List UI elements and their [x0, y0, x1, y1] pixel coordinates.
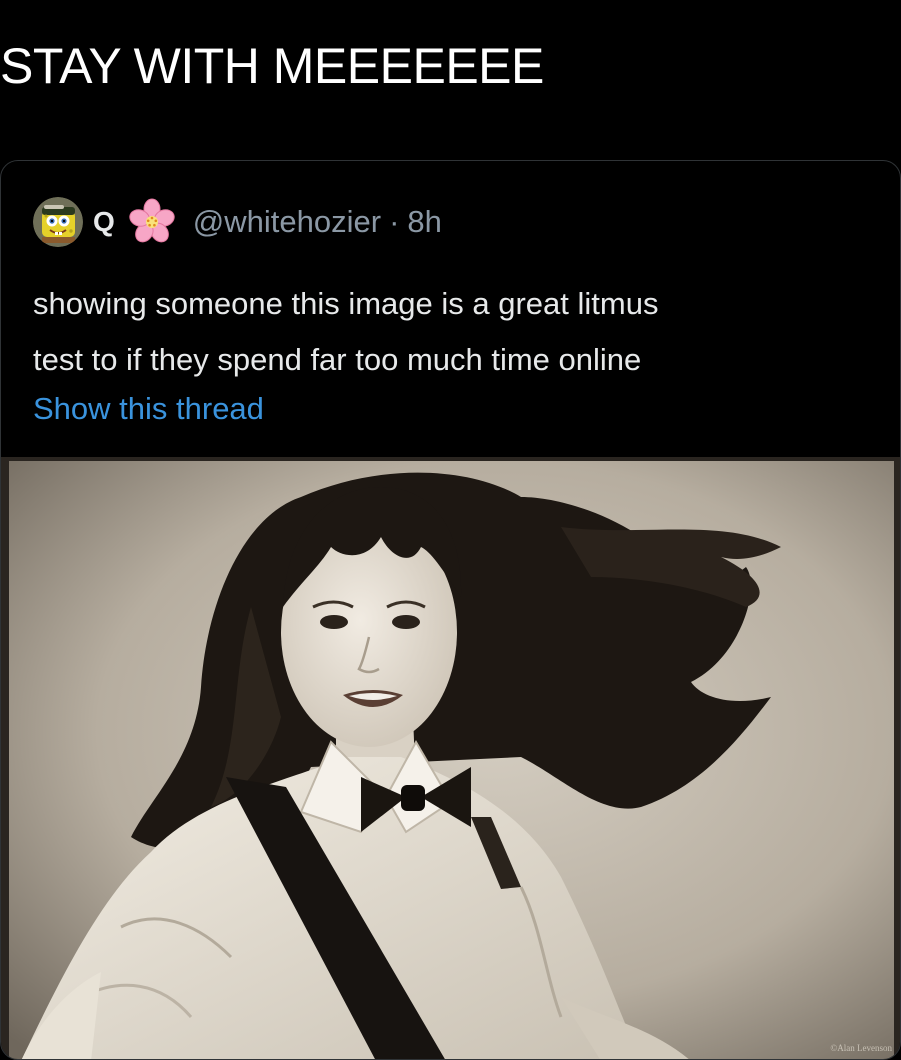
cherry-blossom-icon [127, 197, 177, 247]
quoted-tweet-text: showing someone this image is a great li… [33, 276, 883, 388]
display-name[interactable]: Q [93, 206, 115, 238]
separator-dot: · [389, 204, 400, 239]
quoted-tweet-header: Q @whitehozier · 8h [33, 194, 442, 250]
tweet-text-line: test to if they spend far too much time … [33, 342, 642, 377]
user-handle[interactable]: @whitehozier [193, 204, 381, 240]
show-thread-link[interactable]: Show this thread [33, 381, 264, 437]
tweet-media-photo[interactable]: ©Alan Levenson [1, 457, 900, 1059]
photo-watermark: ©Alan Levenson [830, 1043, 892, 1053]
timestamp[interactable]: 8h [407, 204, 441, 240]
tweet-text-line: showing someone this image is a great li… [33, 286, 659, 321]
post-title: STAY WITH MEEEEEEE [0, 38, 544, 94]
quoted-tweet-card[interactable]: Q @whitehozier · 8h showing someone this… [0, 160, 901, 1060]
spongebob-avatar-icon[interactable] [33, 197, 83, 247]
